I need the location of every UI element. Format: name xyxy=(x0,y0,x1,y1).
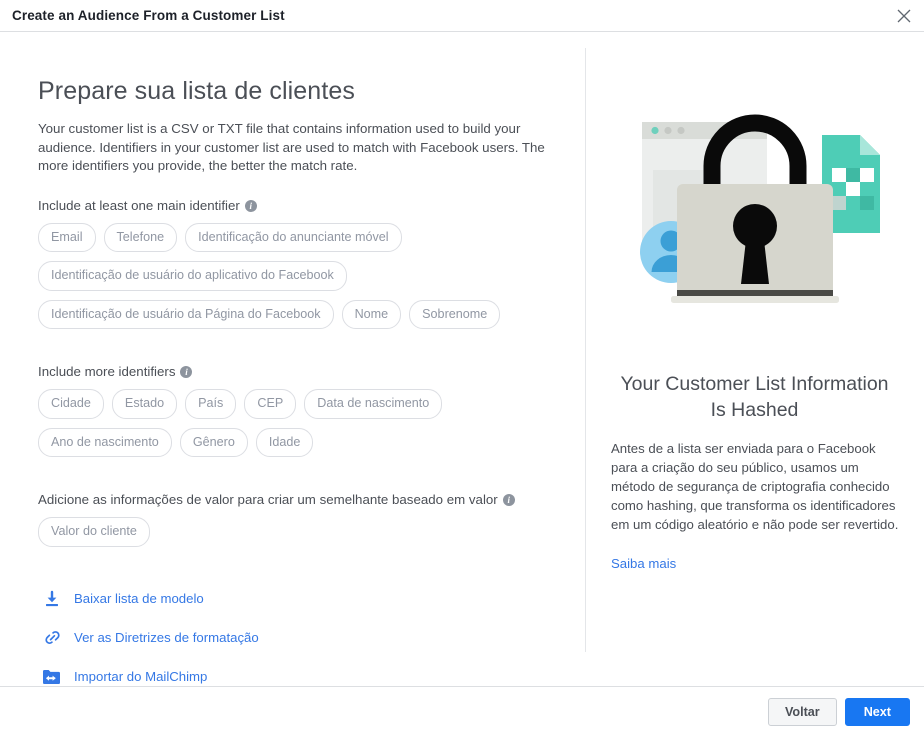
next-button[interactable]: Next xyxy=(844,698,910,726)
link-chain-icon xyxy=(38,625,66,651)
main-identifier-chip[interactable]: Identificação de usuário da Página do Fa… xyxy=(38,299,334,330)
value-identifiers-label: Adicione as informações de valor para cr… xyxy=(38,492,585,508)
dialog-body: Prepare sua lista de clientes Your custo… xyxy=(0,33,924,686)
action-link-list: Baixar lista de modelo Ver as Diretrizes… xyxy=(38,585,585,690)
panel-body-text: Antes de a lista ser enviada para o Face… xyxy=(611,441,899,532)
formatting-guidelines-link-label: Ver as Diretrizes de formatação xyxy=(74,629,259,645)
more-identifiers-chip-group: Cidade Estado País CEP Data de nascimento Ano… xyxy=(38,389,568,466)
main-identifier-chip[interactable]: Email xyxy=(38,222,96,253)
main-identifier-chip[interactable]: Sobrenome xyxy=(409,299,501,330)
panel-heading: Your Customer List Information Is Hashed xyxy=(620,373,889,421)
main-identifier-chip[interactable]: Identificação de usuário do aplicativo d… xyxy=(38,261,347,291)
padlock-security-illustration xyxy=(585,33,924,363)
more-identifiers-label: Include more identifiers i xyxy=(38,364,585,380)
info-icon[interactable]: i xyxy=(244,199,257,212)
dialog-footer: Voltar Next xyxy=(0,686,924,737)
left-pane: Prepare sua lista de clientes Your custo… xyxy=(0,33,586,686)
learn-more-link[interactable]: Saiba mais xyxy=(611,556,676,571)
more-identifier-chip[interactable]: Gênero xyxy=(179,427,248,458)
more-identifier-chip[interactable]: Data de nascimento xyxy=(304,389,443,419)
value-identifiers-label-text: Adicione as informações de valor para cr… xyxy=(38,492,498,508)
main-identifier-chip[interactable]: Identificação do anunciante móvel xyxy=(185,222,402,253)
more-identifier-chip[interactable]: País xyxy=(185,389,237,419)
main-identifiers-label: Include at least one main identifier i xyxy=(38,198,585,214)
intro-paragraph: Your customer list is a CSV or TXT file … xyxy=(38,121,545,173)
value-identifiers-chip-group: Valor do cliente xyxy=(38,517,568,556)
import-mailchimp-link-label: Importar do MailChimp xyxy=(74,668,208,684)
section-heading: Prepare sua lista de clientes xyxy=(38,77,355,105)
download-icon xyxy=(38,586,66,612)
close-icon xyxy=(897,9,911,23)
more-identifier-chip[interactable]: Ano de nascimento xyxy=(38,427,172,458)
back-button[interactable]: Voltar xyxy=(767,698,837,726)
more-identifier-chip[interactable]: Cidade xyxy=(38,389,104,419)
value-identifier-chip[interactable]: Valor do cliente xyxy=(38,517,150,548)
more-identifier-chip[interactable]: Idade xyxy=(255,427,314,458)
more-identifier-chip[interactable]: Estado xyxy=(111,389,178,419)
more-identifiers-label-text: Include more identifiers xyxy=(38,364,176,380)
download-template-link[interactable]: Baixar lista de modelo xyxy=(38,585,204,612)
main-identifiers-chip-group: Email Telefone Identificação do anunciante… xyxy=(38,222,568,339)
info-icon[interactable]: i xyxy=(502,494,515,507)
info-icon[interactable]: i xyxy=(180,366,193,379)
download-template-link-label: Baixar lista de modelo xyxy=(74,590,204,606)
main-identifiers-label-text: Include at least one main identifier xyxy=(38,197,240,213)
page-title: Create an Audience From a Customer List xyxy=(12,8,285,23)
close-button[interactable] xyxy=(890,2,918,30)
dialog-header: Create an Audience From a Customer List xyxy=(0,0,924,32)
formatting-guidelines-link[interactable]: Ver as Diretrizes de formatação xyxy=(38,624,259,651)
main-identifier-chip[interactable]: Nome xyxy=(341,299,402,330)
main-identifier-chip[interactable]: Telefone xyxy=(103,222,178,253)
more-identifier-chip[interactable]: CEP xyxy=(244,389,297,419)
right-pane: Your Customer List Information Is Hashed… xyxy=(585,33,924,686)
